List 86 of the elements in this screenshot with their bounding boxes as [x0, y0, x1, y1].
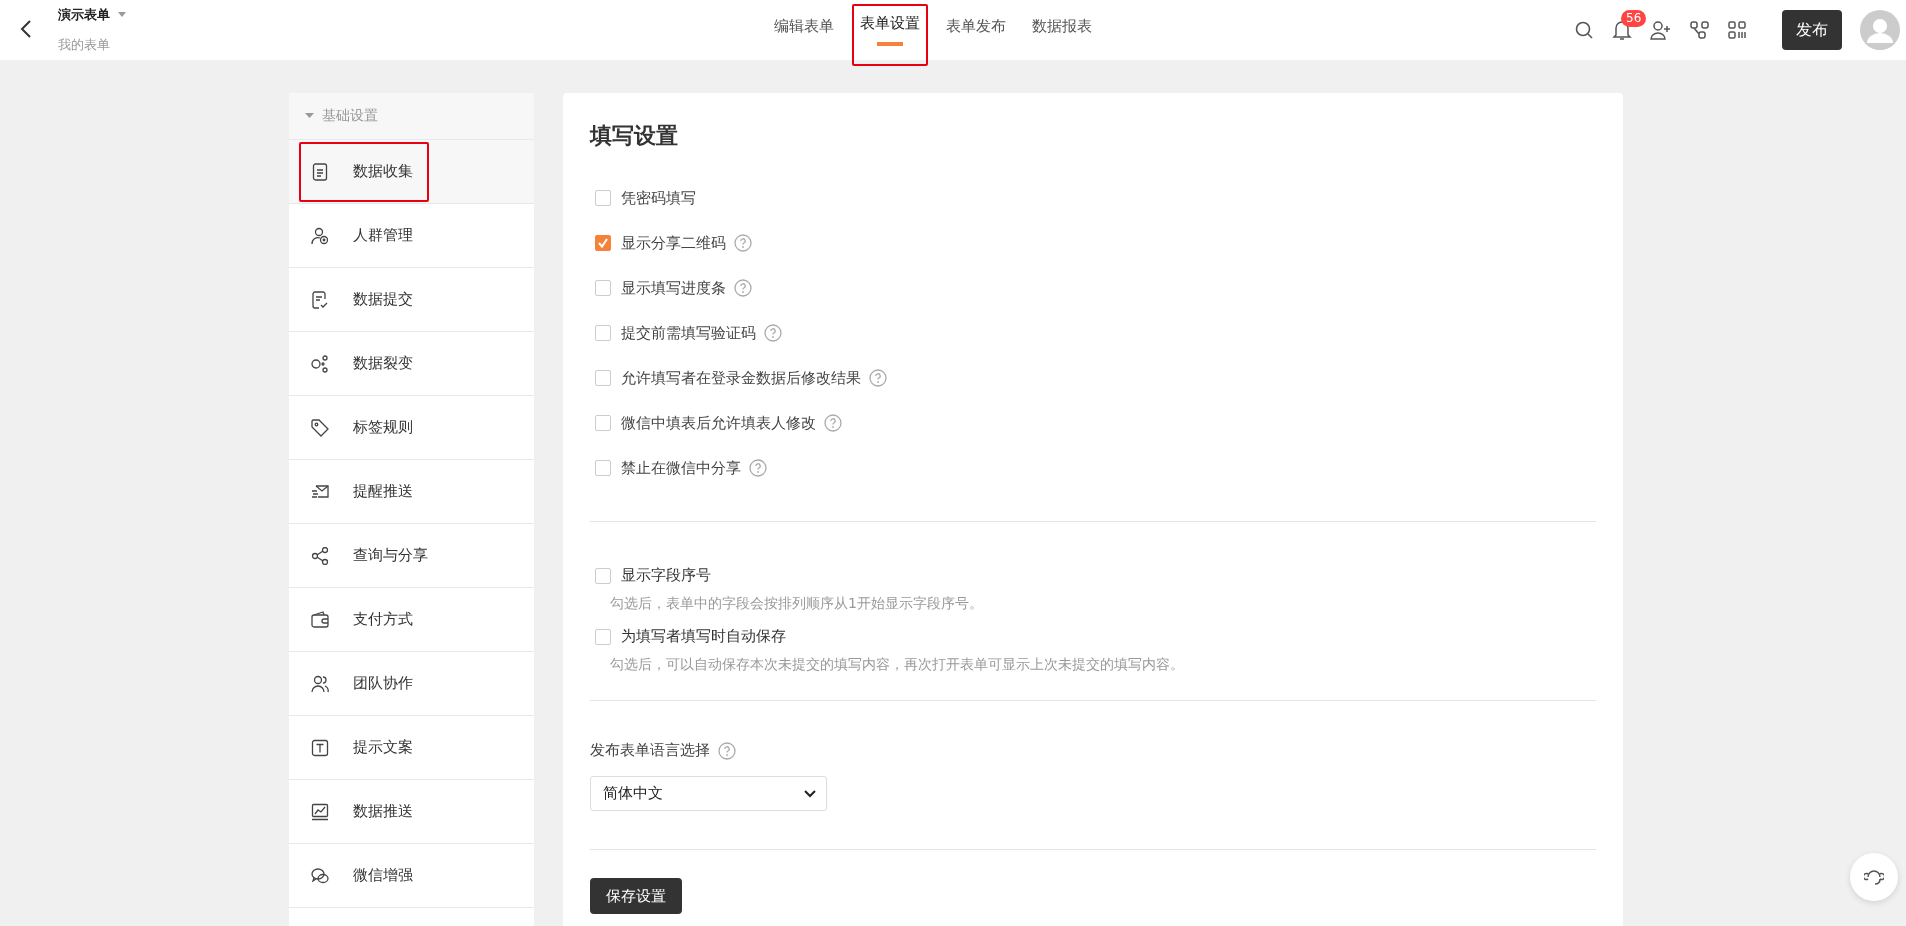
- envelope-icon: [311, 482, 329, 501]
- sidebar-item[interactable]: 提醒推送: [289, 460, 534, 524]
- option-label: 显示填写进度条: [621, 278, 726, 298]
- share-icon: [311, 546, 329, 565]
- chat-bubbles-icon: [311, 866, 329, 885]
- option-label: 禁止在微信中分享: [621, 458, 741, 478]
- language-label: 发布表单语言选择: [590, 741, 710, 760]
- circles-icon: [311, 354, 329, 373]
- option-label: 为填写者填写时自动保存: [621, 627, 786, 646]
- sidebar-item[interactable]: 数据推送: [289, 780, 534, 844]
- checkbox[interactable]: [595, 628, 611, 645]
- option-label: 显示字段序号: [621, 566, 711, 585]
- sidebar-item[interactable]: 团队协作: [289, 652, 534, 716]
- sidebar-item[interactable]: 支付方式: [289, 588, 534, 652]
- user-icon: [311, 226, 329, 245]
- line-chart-icon: [311, 802, 329, 821]
- wallet-icon: [311, 610, 329, 629]
- sidebar-label: 支付方式: [353, 610, 413, 629]
- checkbox[interactable]: [595, 235, 611, 251]
- users-icon: [311, 674, 329, 693]
- checkbox[interactable]: [595, 460, 611, 476]
- caret-icon[interactable]: [305, 113, 314, 119]
- option-description: 勾选后，可以自动保存本次未提交的填写内容，再次打开表单可显示上次未提交的填写内容。: [610, 656, 1185, 674]
- sidebar-label: 团队协作: [353, 674, 413, 693]
- option-label: 微信中填表后允许填表人修改: [621, 413, 816, 433]
- sidebar-item[interactable]: 标签规则: [289, 396, 534, 460]
- help-icon[interactable]: [869, 369, 887, 387]
- sidebar-label: 数据推送: [353, 802, 413, 821]
- nav-tab[interactable]: 表单发布: [938, 0, 1014, 60]
- headset-icon: [1864, 867, 1884, 887]
- sidebar-label: 数据裂变: [353, 354, 413, 373]
- sidebar-item[interactable]: 数据裂变: [289, 332, 534, 396]
- sidebar-label: 数据提交: [353, 290, 413, 309]
- publish-button[interactable]: 发布: [1782, 10, 1842, 50]
- sidebar-item[interactable]: 数据收集: [289, 140, 534, 204]
- option-label: 提交前需填写验证码: [621, 323, 756, 343]
- language-select[interactable]: 简体中文: [590, 776, 827, 811]
- checkbox[interactable]: [595, 370, 611, 386]
- document-icon: [311, 162, 329, 181]
- sidebar-label: 提醒推送: [353, 482, 413, 501]
- add-user-icon[interactable]: [1650, 20, 1672, 40]
- sidebar-item[interactable]: 查询与分享: [289, 524, 534, 588]
- option-label: 凭密码填写: [621, 188, 696, 208]
- avatar-icon[interactable]: [1860, 10, 1900, 50]
- sidebar-item[interactable]: 微信增强: [289, 844, 534, 908]
- tag-icon: [311, 418, 329, 437]
- nav-tab[interactable]: 表单设置: [852, 4, 928, 66]
- checkbox[interactable]: [595, 567, 611, 584]
- sidebar-item[interactable]: 人群管理: [289, 204, 534, 268]
- caret-icon[interactable]: [118, 12, 126, 18]
- search-icon[interactable]: [1574, 20, 1594, 40]
- nav-tab[interactable]: 数据报表: [1024, 0, 1100, 60]
- help-icon[interactable]: [718, 741, 736, 760]
- text-box-icon: [311, 738, 329, 757]
- checkbox[interactable]: [595, 190, 611, 206]
- help-icon[interactable]: [734, 279, 752, 297]
- qr-code-icon[interactable]: [1728, 21, 1746, 39]
- help-icon[interactable]: [824, 414, 842, 432]
- sidebar-item[interactable]: 提示文案: [289, 716, 534, 780]
- document-check-icon: [311, 290, 329, 309]
- back-icon[interactable]: [20, 19, 32, 39]
- support-button[interactable]: [1850, 853, 1898, 901]
- sidebar-label: 标签规则: [353, 418, 413, 437]
- form-title[interactable]: 演示表单: [58, 6, 110, 24]
- sidebar-label: 查询与分享: [353, 546, 428, 565]
- checkbox[interactable]: [595, 280, 611, 296]
- section-title: 基础设置: [322, 107, 378, 125]
- sidebar-label: 微信增强: [353, 866, 413, 885]
- option-description: 勾选后，表单中的字段会按排列顺序从1开始显示字段序号。: [610, 595, 984, 613]
- option-label: 显示分享二维码: [621, 233, 726, 253]
- checkbox[interactable]: [595, 325, 611, 341]
- nodes-icon[interactable]: [1690, 20, 1710, 40]
- sidebar-label: 提示文案: [353, 738, 413, 757]
- sidebar-label: 数据收集: [353, 162, 413, 181]
- save-button[interactable]: 保存设置: [590, 878, 682, 914]
- help-icon[interactable]: [764, 324, 782, 342]
- option-label: 允许填写者在登录金数据后修改结果: [621, 368, 861, 388]
- sidebar-item[interactable]: 数据提交: [289, 268, 534, 332]
- notification-badge: 56: [1621, 10, 1647, 27]
- help-icon[interactable]: [749, 459, 767, 477]
- sidebar-label: 人群管理: [353, 226, 413, 245]
- checkbox[interactable]: [595, 415, 611, 431]
- chevron-down-icon: [804, 789, 816, 798]
- nav-tab[interactable]: 编辑表单: [766, 0, 842, 60]
- help-icon[interactable]: [734, 234, 752, 252]
- panel-title: 填写设置: [590, 122, 679, 150]
